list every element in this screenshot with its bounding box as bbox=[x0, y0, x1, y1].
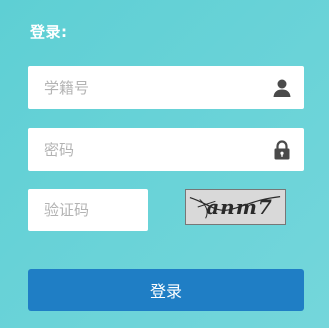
login-heading: 登录: bbox=[30, 23, 68, 41]
login-panel: 登录: anm7 登录 bbox=[0, 0, 329, 328]
username-field[interactable] bbox=[28, 66, 304, 109]
username-input[interactable] bbox=[28, 66, 304, 109]
login-button[interactable]: 登录 bbox=[28, 269, 304, 311]
captcha-field[interactable] bbox=[28, 189, 148, 231]
captcha-input[interactable] bbox=[28, 189, 148, 231]
captcha-image[interactable]: anm7 bbox=[185, 189, 286, 225]
password-field[interactable] bbox=[28, 128, 304, 171]
password-input[interactable] bbox=[28, 128, 304, 171]
user-icon bbox=[272, 78, 292, 98]
captcha-noise-lines bbox=[189, 196, 281, 219]
lock-icon bbox=[272, 140, 292, 160]
